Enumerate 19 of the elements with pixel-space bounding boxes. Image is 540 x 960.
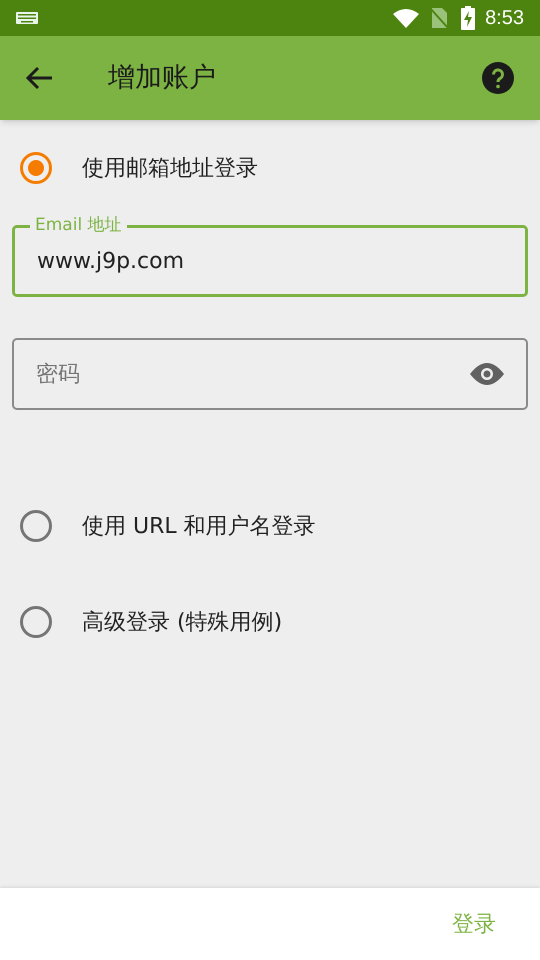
battery-charging-icon	[461, 6, 476, 30]
eye-icon[interactable]	[470, 363, 504, 385]
password-placeholder: 密码	[36, 360, 81, 388]
password-field[interactable]: 密码	[12, 338, 528, 410]
option-label: 使用邮箱地址登录	[82, 154, 258, 182]
no-sim-icon	[429, 7, 450, 29]
radio-button[interactable]	[20, 606, 52, 638]
login-button[interactable]: 登录	[448, 900, 500, 948]
radio-button[interactable]	[20, 152, 52, 184]
wifi-icon	[393, 8, 420, 28]
email-value: www.j9p.com	[37, 248, 184, 276]
option-label: 高级登录 (特殊用例)	[82, 608, 282, 636]
back-arrow-icon[interactable]	[26, 66, 54, 90]
help-icon[interactable]	[482, 62, 514, 94]
option-label: 使用 URL 和用户名登录	[82, 512, 316, 540]
radio-button[interactable]	[20, 510, 52, 542]
toolbar-title: 增加账户	[108, 60, 216, 95]
status-time: 8:53	[485, 6, 524, 31]
keyboard-icon	[16, 12, 38, 24]
